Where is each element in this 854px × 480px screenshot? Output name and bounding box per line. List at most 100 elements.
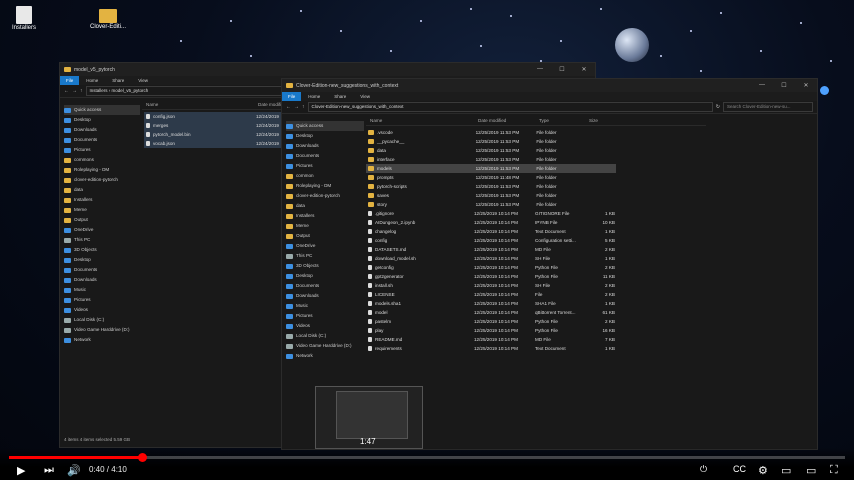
minimize-button[interactable]: — bbox=[751, 82, 773, 89]
nav-item-pinned[interactable]: Roleplaying - DM bbox=[286, 181, 364, 191]
theater-mode-icon[interactable]: ▭ bbox=[806, 464, 816, 477]
file-row[interactable]: pytorch-scripts 12/25/2019 11:53 PM File f… bbox=[366, 182, 616, 191]
nav-onedrive[interactable]: OneDrive bbox=[286, 241, 364, 251]
nav-item-pc[interactable]: Music bbox=[64, 285, 140, 295]
file-row[interactable]: __pycache__ 12/25/2019 11:53 PM File folde… bbox=[366, 137, 616, 146]
nav-item-pinned[interactable]: Meme bbox=[64, 205, 140, 215]
nav-item-pinned[interactable]: Desktop bbox=[286, 131, 364, 141]
nav-item-pc[interactable]: Music bbox=[286, 301, 364, 311]
nav-item-pinned[interactable]: common bbox=[286, 171, 364, 181]
file-row[interactable]: interface 12/25/2019 11:53 PM File folder bbox=[366, 155, 616, 164]
nav-item-pc[interactable]: 3D Objects bbox=[64, 245, 140, 255]
file-row[interactable]: install.sh 12/25/2019 10:14 PM SH File 2 KB bbox=[366, 281, 616, 290]
subtitles-icon[interactable]: CC bbox=[733, 464, 746, 474]
address-bar[interactable]: Clover-Edition-new_suggestions_with_cont… bbox=[307, 102, 713, 112]
title-bar[interactable]: model_v5_pytorch — ☐ ✕ bbox=[60, 63, 595, 76]
file-row[interactable]: DATASETS.md 12/25/2019 10:14 PM MD File 2 K… bbox=[366, 245, 616, 254]
nav-quick-access[interactable]: Quick access bbox=[64, 105, 140, 115]
nav-item-pc[interactable]: Video Game Harddrive (D:) bbox=[64, 325, 140, 335]
desktop-icon-installers[interactable]: Installers bbox=[4, 6, 44, 31]
nav-item-pc[interactable]: Videos bbox=[286, 321, 364, 331]
minimize-button[interactable]: — bbox=[529, 66, 551, 73]
tab-share[interactable]: Share bbox=[105, 78, 131, 83]
nav-item-pinned[interactable]: Installers bbox=[64, 195, 140, 205]
next-icon[interactable]: ⏭ bbox=[44, 464, 54, 477]
file-row[interactable]: pastelm 12/25/2019 10:14 PM Python File 2 K… bbox=[366, 317, 616, 326]
volume-icon[interactable]: 🔊 bbox=[67, 464, 81, 477]
nav-item-pinned[interactable]: Output bbox=[286, 231, 364, 241]
nav-item-pc[interactable]: Documents bbox=[64, 265, 140, 275]
nav-item-pinned[interactable]: Downloads bbox=[64, 125, 140, 135]
nav-item-pc[interactable]: Video Game Harddrive (D:) bbox=[286, 341, 364, 351]
close-button[interactable]: ✕ bbox=[795, 82, 817, 89]
file-row[interactable]: LICENSE 12/25/2019 10:14 PM File 2 KB bbox=[366, 290, 616, 299]
back-arrow-icon[interactable]: ← bbox=[286, 104, 291, 110]
tab-file[interactable]: File bbox=[60, 76, 80, 85]
nav-item-pc[interactable]: Desktop bbox=[286, 271, 364, 281]
nav-item-pc[interactable]: Pictures bbox=[286, 311, 364, 321]
nav-item-pinned[interactable]: Documents bbox=[64, 135, 140, 145]
up-arrow-icon[interactable]: ↑ bbox=[80, 88, 83, 94]
file-row[interactable]: README.md 12/25/2019 10:14 PM MD File 7 KB bbox=[366, 335, 616, 344]
column-type[interactable]: Type bbox=[539, 118, 589, 123]
breadcrumb-model[interactable]: model_v5_pytorch bbox=[112, 88, 149, 93]
up-arrow-icon[interactable]: ↑ bbox=[302, 104, 305, 110]
nav-item-pinned[interactable]: data bbox=[64, 185, 140, 195]
file-row[interactable]: pytorch_model.bin 12/24/2019 bbox=[144, 130, 294, 139]
progress-bar[interactable] bbox=[9, 456, 845, 459]
file-row[interactable]: config 12/25/2019 10:14 PM Configuration s… bbox=[366, 236, 616, 245]
nav-item-pc[interactable]: Downloads bbox=[64, 275, 140, 285]
file-row[interactable]: prompts 12/25/2019 11:48 PM File folder bbox=[366, 173, 616, 182]
nav-item-pinned[interactable]: data bbox=[286, 201, 364, 211]
nav-item-pc[interactable]: Videos bbox=[64, 305, 140, 315]
file-row[interactable]: .vscode 12/25/2019 11:53 PM File folder bbox=[366, 128, 616, 137]
tab-view[interactable]: View bbox=[131, 78, 155, 83]
title-bar[interactable]: Clover-Edition-new_suggestions_with_cont… bbox=[282, 79, 817, 92]
nav-item-pinned[interactable]: Output bbox=[64, 215, 140, 225]
desktop-icon-clover[interactable]: Clover-Editi... bbox=[88, 6, 128, 30]
file-row[interactable]: download_model.sh 12/25/2019 10:14 PM SH F… bbox=[366, 254, 616, 263]
file-row[interactable]: changelog 12/25/2019 10:14 PM Text Documen… bbox=[366, 227, 616, 236]
file-row[interactable]: models 12/25/2019 11:53 PM File folder bbox=[366, 164, 616, 173]
column-date[interactable]: Date modifi bbox=[258, 102, 281, 107]
nav-item-pc[interactable]: Local Disk (C:) bbox=[286, 331, 364, 341]
nav-item-pc[interactable]: Desktop bbox=[64, 255, 140, 265]
file-row[interactable]: config.json 12/24/2019 bbox=[144, 112, 294, 121]
column-size[interactable]: Size bbox=[589, 118, 598, 123]
nav-item-pc[interactable]: Local Disk (C:) bbox=[64, 315, 140, 325]
breadcrumb-clover[interactable]: Clover-Edition-new_suggestions_with_cont… bbox=[312, 104, 404, 109]
file-row[interactable]: requirements 12/25/2019 10:14 PM Text Docu… bbox=[366, 344, 616, 353]
nav-item-pc[interactable]: Documents bbox=[286, 281, 364, 291]
column-name[interactable]: Name bbox=[366, 118, 478, 123]
file-row[interactable]: saves 12/25/2019 11:53 PM File folder bbox=[366, 191, 616, 200]
nav-item-pc[interactable]: Downloads bbox=[286, 291, 364, 301]
file-row[interactable]: merges 12/24/2019 bbox=[144, 121, 294, 130]
miniplayer-icon[interactable]: ▭ bbox=[781, 464, 791, 477]
settings-icon[interactable]: ⚙ bbox=[758, 464, 768, 477]
nav-item-pinned[interactable]: Installers bbox=[286, 211, 364, 221]
maximize-button[interactable]: ☐ bbox=[773, 82, 795, 89]
nav-item-pinned[interactable]: Pictures bbox=[64, 145, 140, 155]
search-input[interactable]: Search Clover-Edition-new-su... bbox=[723, 102, 813, 112]
nav-item-pinned[interactable]: clover-edition-pytorch bbox=[286, 191, 364, 201]
column-date[interactable]: Date modified bbox=[478, 118, 539, 123]
nav-item-pc[interactable]: Pictures bbox=[64, 295, 140, 305]
tab-home[interactable]: Home bbox=[301, 94, 327, 99]
autoplay-toggle-icon[interactable]: ⏻ bbox=[700, 464, 707, 475]
tab-share[interactable]: Share bbox=[327, 94, 353, 99]
nav-item-pinned[interactable]: Downloads bbox=[286, 141, 364, 151]
fullscreen-icon[interactable]: ⛶ bbox=[830, 464, 838, 477]
back-arrow-icon[interactable]: ← bbox=[64, 88, 69, 94]
nav-item-pinned[interactable]: Meme bbox=[286, 221, 364, 231]
forward-arrow-icon[interactable]: → bbox=[294, 104, 299, 110]
nav-this-pc[interactable]: This PC bbox=[64, 235, 140, 245]
nav-item-pinned[interactable]: Desktop bbox=[64, 115, 140, 125]
breadcrumb-installers[interactable]: Installers bbox=[90, 88, 108, 93]
nav-item-pinned[interactable]: Pictures bbox=[286, 161, 364, 171]
column-name[interactable]: Name bbox=[142, 102, 258, 107]
file-row[interactable]: AIDungeon_2.ipynb 12/25/2019 10:14 PM IPYN… bbox=[366, 218, 616, 227]
nav-quick-access[interactable]: Quick access bbox=[286, 121, 364, 131]
maximize-button[interactable]: ☐ bbox=[551, 66, 573, 73]
refresh-icon[interactable]: ↻ bbox=[716, 104, 720, 110]
nav-item-pinned[interactable]: Roleplaying - DM bbox=[64, 165, 140, 175]
